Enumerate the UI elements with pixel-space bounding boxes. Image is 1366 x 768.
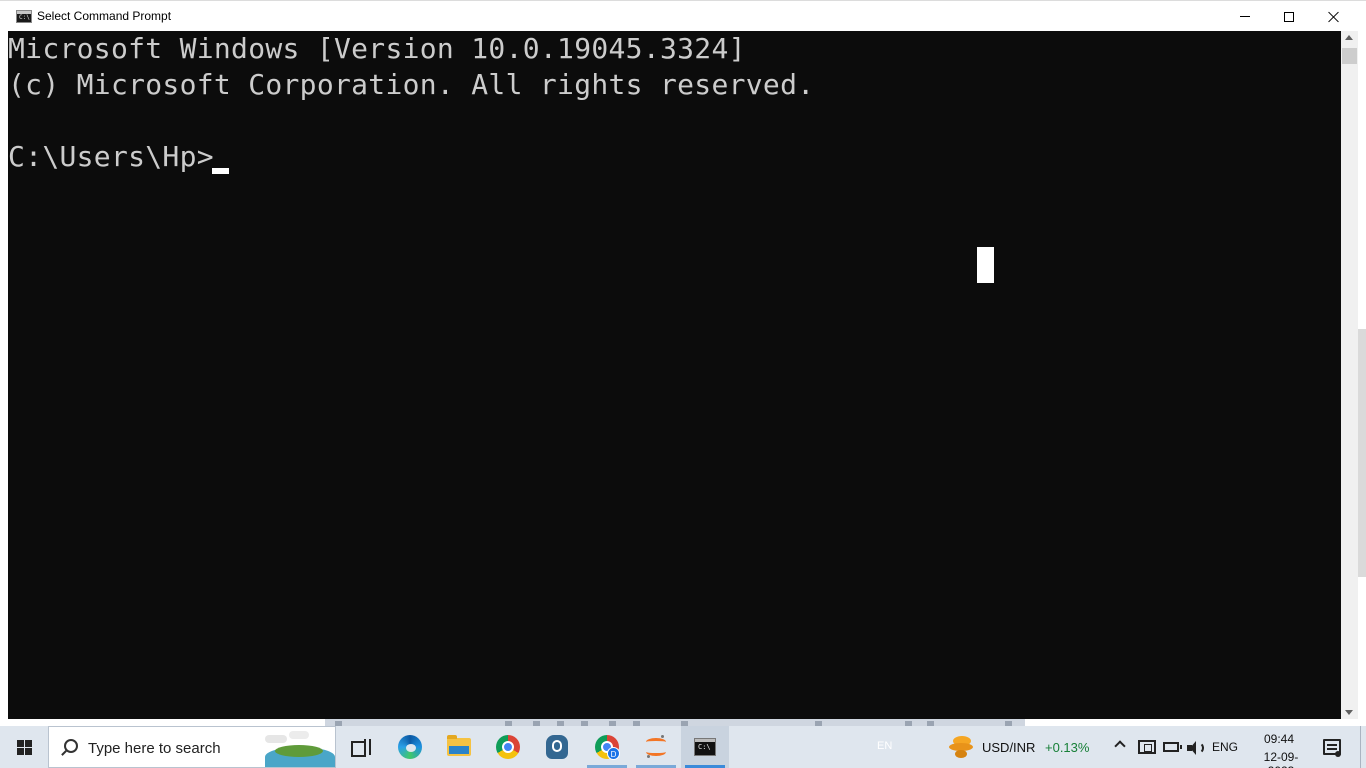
cmd-icon: C:\ bbox=[694, 738, 716, 756]
minimize-icon bbox=[1240, 16, 1250, 17]
text-cursor bbox=[212, 168, 229, 174]
windows-logo-icon bbox=[16, 739, 32, 755]
scrollbar-thumb[interactable] bbox=[1342, 48, 1357, 64]
background-window-edge bbox=[1358, 31, 1366, 719]
scroll-up-arrow-icon[interactable] bbox=[1345, 35, 1353, 40]
display-icon[interactable] bbox=[1138, 740, 1156, 754]
widget-currency-icon[interactable] bbox=[949, 736, 973, 758]
edge-button[interactable] bbox=[386, 726, 434, 768]
console-prompt[interactable]: C:\Users\Hp> bbox=[8, 139, 214, 175]
command-prompt-window: C:\ Select Command Prompt Microsoft Wind… bbox=[0, 0, 1366, 726]
file-explorer-button[interactable] bbox=[435, 726, 483, 768]
task-view-icon bbox=[351, 739, 371, 757]
close-icon bbox=[1328, 11, 1340, 23]
start-button[interactable] bbox=[0, 726, 48, 768]
title-bar[interactable]: C:\ Select Command Prompt bbox=[0, 0, 1366, 31]
taskbar: Type here to search D C:\ EN USD/INR +0.… bbox=[0, 726, 1366, 768]
scroll-down-arrow-icon[interactable] bbox=[1345, 710, 1353, 715]
console-line-version: Microsoft Windows [Version 10.0.19045.33… bbox=[8, 32, 746, 65]
close-button[interactable] bbox=[1311, 1, 1357, 32]
clock-date[interactable]: 12-09-2023 bbox=[1253, 750, 1309, 768]
search-icon bbox=[64, 739, 78, 753]
jupyter-button[interactable] bbox=[632, 726, 680, 768]
chrome-profile-icon: D bbox=[595, 735, 620, 760]
search-box[interactable]: Type here to search bbox=[48, 726, 336, 768]
cmd-icon[interactable]: C:\ bbox=[16, 10, 32, 23]
chrome-icon bbox=[496, 735, 520, 759]
widget-ticker-name[interactable]: USD/INR bbox=[982, 740, 1035, 755]
ghost-language-label: EN bbox=[877, 740, 893, 752]
search-placeholder[interactable]: Type here to search bbox=[88, 740, 221, 757]
folder-icon bbox=[447, 735, 471, 756]
edge-icon bbox=[398, 735, 422, 759]
mouse-ibeam-cursor bbox=[977, 247, 994, 283]
window-left-border bbox=[0, 31, 8, 726]
chrome-button[interactable] bbox=[484, 726, 532, 768]
console-line-copyright: (c) Microsoft Corporation. All rights re… bbox=[8, 68, 815, 101]
notification-center-icon[interactable] bbox=[1323, 739, 1341, 757]
jupyter-icon bbox=[645, 735, 667, 759]
task-view-button[interactable] bbox=[336, 726, 384, 768]
chrome-profile-button[interactable]: D bbox=[583, 726, 631, 768]
vertical-scrollbar[interactable] bbox=[1341, 31, 1358, 719]
pgadmin-button[interactable] bbox=[533, 726, 581, 768]
minimize-button[interactable] bbox=[1222, 1, 1268, 32]
volume-icon[interactable] bbox=[1187, 740, 1205, 758]
profile-badge: D bbox=[607, 747, 620, 760]
search-highlight-island-icon[interactable] bbox=[255, 729, 337, 767]
input-language-indicator[interactable]: ENG bbox=[1212, 740, 1238, 754]
taskbar-preview-strip bbox=[325, 719, 1025, 726]
battery-icon[interactable] bbox=[1163, 742, 1182, 752]
console-area[interactable]: Microsoft Windows [Version 10.0.19045.33… bbox=[8, 31, 1341, 719]
show-desktop-button[interactable] bbox=[1360, 726, 1361, 768]
widget-ticker-change[interactable]: +0.13% bbox=[1045, 740, 1089, 755]
maximize-icon bbox=[1284, 11, 1294, 22]
command-prompt-taskbar-button[interactable]: C:\ bbox=[681, 726, 729, 768]
postgres-icon bbox=[546, 735, 568, 759]
background-scrollbar bbox=[1358, 329, 1366, 577]
window-title: Select Command Prompt bbox=[37, 9, 172, 23]
clock-time[interactable]: 09:44 bbox=[1253, 732, 1305, 746]
show-hidden-icons-chevron-icon[interactable] bbox=[1114, 740, 1126, 752]
maximize-button[interactable] bbox=[1266, 1, 1312, 32]
